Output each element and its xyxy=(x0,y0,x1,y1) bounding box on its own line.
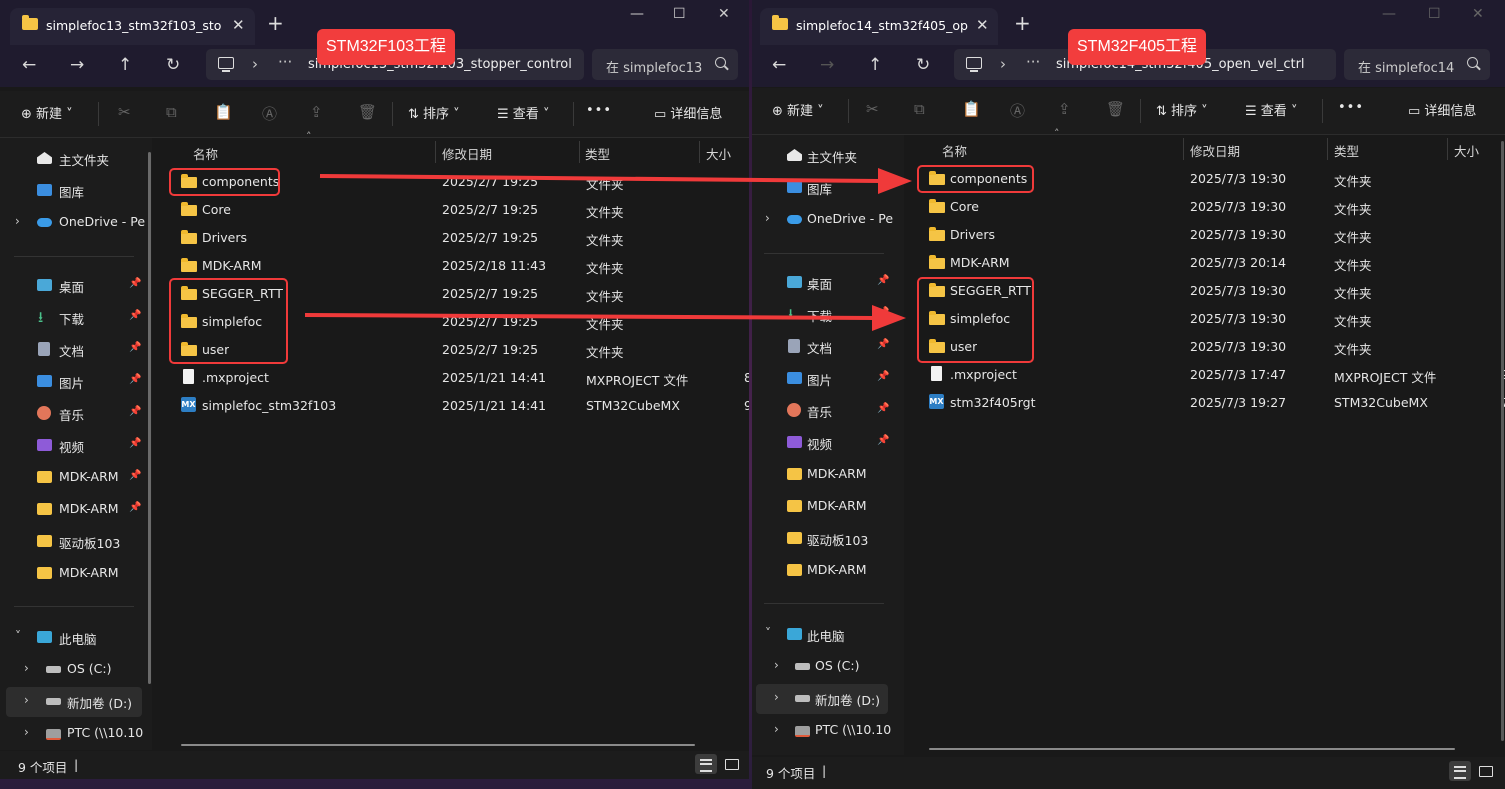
arrowhead-icon xyxy=(878,168,912,194)
callout-label-f405: STM32F405工程 xyxy=(1068,29,1207,65)
arrow-overlay xyxy=(304,168,912,331)
arrow-folders xyxy=(304,313,875,320)
arrow-components xyxy=(319,174,881,183)
callout-label-f103: STM32F103工程 xyxy=(317,29,456,65)
arrowhead-icon xyxy=(872,305,906,331)
